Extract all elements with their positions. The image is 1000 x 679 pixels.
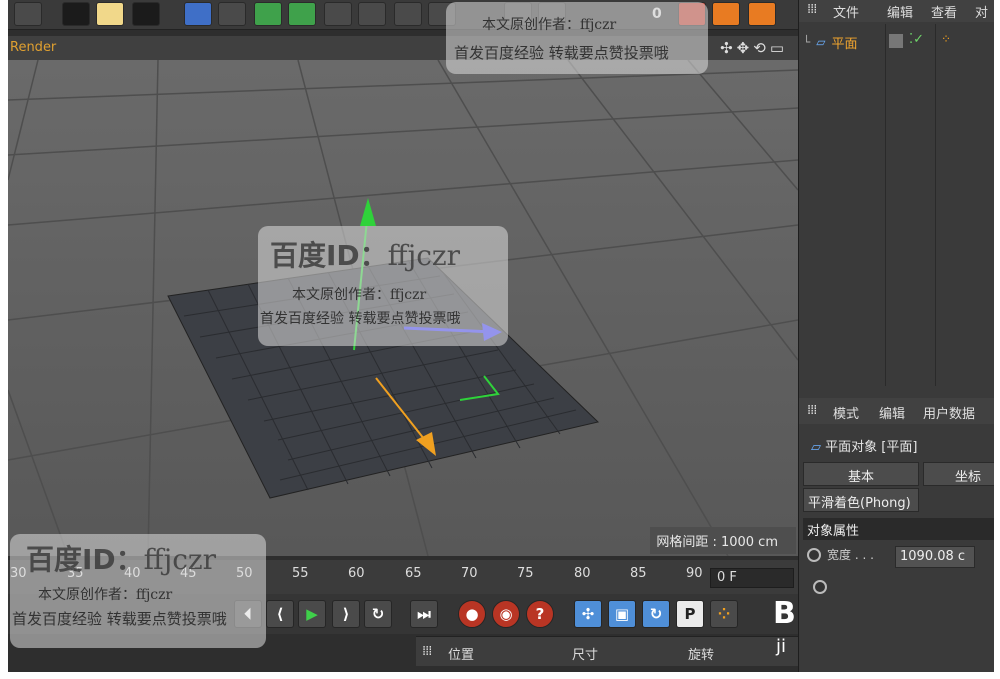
move-key-icon[interactable]: ✣ <box>574 600 602 628</box>
render-active-icon[interactable] <box>96 2 124 26</box>
timeline-tick: 60 <box>348 566 365 581</box>
enabled-check-icon[interactable]: ⁚✓ <box>909 32 924 47</box>
object-manager-menu: ⁞⁞⁞ 文件 编辑 查看 对象 <box>799 0 994 40</box>
right-panel: ⁞⁞⁞ 文件 编辑 查看 对象 └ ▱ 平面 ⁚✓ ⁘ ⁞⁞⁞ 模式 编辑 用户… <box>798 0 994 672</box>
render-settings-icon[interactable] <box>132 2 160 26</box>
pla-key-icon[interactable]: ⁘ <box>710 600 738 628</box>
plane-object-icon: ▱ <box>816 35 826 49</box>
menu-file[interactable]: 文件 <box>833 2 859 21</box>
menu-mode[interactable]: 模式 <box>833 403 859 422</box>
viewport-nav-icons[interactable]: ✣✥⟲▭ <box>720 39 788 57</box>
array-icon[interactable] <box>288 2 316 26</box>
watermark-id-prefix: 百度ID： <box>270 239 388 272</box>
floor-icon[interactable] <box>358 2 386 26</box>
viewport-title: Render <box>10 40 57 55</box>
autokey-icon[interactable]: ◉ <box>492 600 520 628</box>
position-label: 位置 <box>448 648 475 663</box>
width-label: 宽度 . . . <box>827 548 874 562</box>
timeline-tick: 80 <box>574 566 591 581</box>
watermark-repost: 首发百度经验 转载要点赞投票哦 <box>12 610 227 628</box>
watermark-id-prefix: 百度ID： <box>26 543 144 576</box>
object-title-text: 平面对象 [平面] <box>825 440 918 455</box>
goto-end-icon[interactable]: ⏭ <box>410 600 438 628</box>
watermark-baidu-id: 百度ID：ffjczr <box>26 538 216 578</box>
timeline-tick: 70 <box>461 566 478 581</box>
grid-spacing-label: 网格间距 : 1000 cm <box>650 527 796 554</box>
menu-user-data[interactable]: 用户数据 <box>923 403 975 422</box>
width-field[interactable]: 1090.08 c <box>895 546 975 568</box>
watermark-id-user: ffjczr <box>143 543 217 576</box>
radio-icon[interactable] <box>813 580 827 594</box>
column-divider <box>885 24 886 386</box>
section-object-properties: 对象属性 <box>803 518 994 540</box>
corner-logo-ji: ji <box>776 636 787 657</box>
cinema4d-window: 0 Render ✣✥⟲▭ <box>8 0 994 672</box>
tab-coord[interactable]: 坐标 <box>923 462 994 486</box>
undo-icon[interactable] <box>14 2 42 26</box>
tab-phong[interactable]: 平滑着色(Phong) <box>803 488 919 512</box>
grip-icon: ⁞⁞⁞ <box>422 644 432 659</box>
watermark-author: 本文原创作者：ffjczr <box>482 17 617 33</box>
object-row-plane[interactable]: └ ▱ 平面 <box>803 32 857 52</box>
plane-object-icon: ▱ <box>811 440 821 455</box>
timeline-tick: 55 <box>292 566 309 581</box>
coordinates-bar: ⁞⁞⁞ 位置 尺寸 旋转 <box>416 636 798 666</box>
rotate-key-icon[interactable]: ↻ <box>642 600 670 628</box>
menu-edit[interactable]: 编辑 <box>887 2 913 21</box>
generator-icon[interactable] <box>254 2 282 26</box>
step-forward-icon[interactable]: ⟩ <box>332 600 360 628</box>
object-list: └ ▱ 平面 ⁚✓ ⁘ <box>799 24 994 386</box>
record-icon[interactable]: ● <box>458 600 486 628</box>
corner-logo-b: B <box>773 596 796 631</box>
param-key-icon[interactable]: P <box>676 600 704 628</box>
play-icon[interactable]: ▶ <box>298 600 326 628</box>
timeline-tick: 75 <box>517 566 534 581</box>
watermark-author: 本文原创作者：ffjczr <box>38 587 173 603</box>
column-divider <box>935 24 936 386</box>
menu-view[interactable]: 查看 <box>931 2 957 21</box>
watermark-repost: 首发百度经验 转载要点赞投票哦 <box>454 44 669 62</box>
grip-icon: ⁞⁞⁞ <box>807 2 817 17</box>
loop-icon[interactable]: ↻ <box>364 600 392 628</box>
render-view-icon[interactable] <box>62 2 90 26</box>
watermark-baidu-id: 百度ID：ffjczr <box>270 234 460 274</box>
timeline-tick: 65 <box>405 566 422 581</box>
step-back-icon[interactable]: ⟨ <box>266 600 294 628</box>
object-name[interactable]: 平面 <box>831 33 857 52</box>
deformer-icon[interactable] <box>324 2 352 26</box>
scale-key-icon[interactable]: ▣ <box>608 600 636 628</box>
grip-icon: ⁞⁞⁞ <box>807 403 817 418</box>
x-plugin-icon[interactable] <box>748 2 776 26</box>
s-plugin-icon[interactable] <box>712 2 740 26</box>
help-icon[interactable]: ? <box>526 600 554 628</box>
y-axis-arrow-icon[interactable] <box>360 198 376 226</box>
size-label: 尺寸 <box>572 648 599 663</box>
menu-edit[interactable]: 编辑 <box>879 403 905 422</box>
rotation-label: 旋转 <box>688 648 715 663</box>
attribute-object-title: ▱ 平面对象 [平面] <box>811 436 917 455</box>
timeline-tick: 90 <box>686 566 703 581</box>
width-property-row: 宽度 . . . <box>807 546 874 563</box>
tree-line-icon: └ <box>803 35 811 49</box>
layer-icon[interactable] <box>889 34 903 48</box>
attribute-manager-menu: ⁞⁞⁞ 模式 编辑 用户数据 <box>799 398 994 424</box>
camera-icon[interactable] <box>394 2 422 26</box>
timeline-tick: 85 <box>630 566 647 581</box>
cube-icon[interactable] <box>184 2 212 26</box>
watermark-box <box>446 2 708 74</box>
watermark-author: 本文原创作者：ffjczr <box>292 287 427 303</box>
watermark-repost: 首发百度经验 转载要点赞投票哦 <box>260 311 461 327</box>
spline-icon[interactable] <box>218 2 246 26</box>
tag-icon[interactable]: ⁘ <box>941 32 951 46</box>
tab-basic[interactable]: 基本 <box>803 462 919 486</box>
watermark-id-user: ffjczr <box>387 239 461 272</box>
radio-icon[interactable] <box>807 547 821 562</box>
current-frame-field[interactable]: 0 F <box>710 568 794 588</box>
